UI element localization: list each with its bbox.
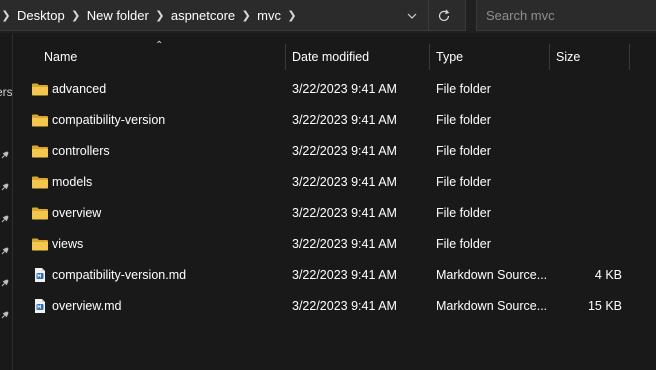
- folder-icon: [32, 83, 48, 95]
- file-row[interactable]: compatibility-version.md 3/22/2023 9:41 A…: [13, 259, 656, 290]
- file-row[interactable]: overview.md 3/22/2023 9:41 AM Markdown Sou…: [13, 290, 656, 321]
- date-modified-cell: 3/22/2023 9:41 AM: [292, 267, 397, 282]
- chevron-right-icon[interactable]: ❯: [237, 9, 255, 22]
- type-cell: File folder: [436, 112, 491, 127]
- chevron-right-icon[interactable]: ❯: [151, 9, 169, 22]
- column-divider[interactable]: [629, 44, 630, 70]
- folder-icon: [32, 145, 48, 157]
- type-cell: File folder: [436, 81, 491, 96]
- type-cell: File folder: [436, 143, 491, 158]
- file-name: advanced: [52, 81, 107, 96]
- file-name-cell[interactable]: advanced: [31, 73, 106, 104]
- folder-icon: [32, 207, 48, 219]
- size-cell: [553, 166, 622, 197]
- size-cell: 4 KB: [594, 267, 622, 282]
- file-name: compatibility-version: [52, 112, 166, 127]
- file-row[interactable]: compatibility-version 3/22/2023 9:41 AM Fi…: [13, 104, 656, 135]
- chevron-right-icon[interactable]: ❯: [67, 9, 85, 22]
- type-cell: File folder: [436, 174, 491, 189]
- address-history-button[interactable]: [401, 0, 423, 31]
- breadcrumb-item-new-folder[interactable]: New folder ❯: [85, 8, 169, 23]
- folder-icon: [32, 114, 48, 126]
- file-name-cell[interactable]: models: [31, 166, 92, 197]
- breadcrumb-item-aspnetcore[interactable]: aspnetcore ❯: [169, 8, 255, 23]
- date-modified-cell: 3/22/2023 9:41 AM: [292, 112, 397, 127]
- file-name: overview.md: [52, 298, 122, 313]
- file-row[interactable]: overview 3/22/2023 9:41 AM File folder: [13, 197, 656, 228]
- folder-icon: [32, 238, 48, 250]
- type-cell: File folder: [436, 205, 491, 220]
- file-name-cell[interactable]: compatibility-version.md: [31, 259, 186, 290]
- breadcrumb-item-desktop[interactable]: Desktop ❯: [15, 8, 85, 23]
- file-name: views: [52, 236, 84, 251]
- type-cell: Markdown Source...: [436, 267, 548, 282]
- size-cell: [553, 197, 622, 228]
- date-modified-cell: 3/22/2023 9:41 AM: [292, 236, 397, 251]
- column-header-size[interactable]: Size: [550, 41, 629, 72]
- file-name: overview: [52, 205, 102, 220]
- file-name-cell[interactable]: overview: [31, 197, 101, 228]
- size-cell: [553, 228, 622, 259]
- chevron-right-icon: ❯: [1, 9, 11, 22]
- file-name-cell[interactable]: compatibility-version: [31, 104, 165, 135]
- pin-icon[interactable]: [1, 279, 9, 287]
- size-cell: 15 KB: [587, 298, 622, 313]
- size-cell: [553, 104, 622, 135]
- date-modified-cell: 3/22/2023 9:41 AM: [292, 81, 397, 96]
- file-name-cell[interactable]: overview.md: [31, 290, 121, 321]
- chevron-right-icon[interactable]: ❯: [283, 9, 301, 22]
- pin-icon[interactable]: [1, 183, 9, 191]
- file-name: compatibility-version.md: [52, 267, 187, 282]
- markdown-file-icon: [35, 267, 45, 282]
- file-name-cell[interactable]: views: [31, 228, 83, 259]
- size-cell: [553, 73, 622, 104]
- pin-icon[interactable]: [1, 311, 9, 319]
- markdown-file-icon: [35, 298, 45, 313]
- search-input[interactable]: [476, 0, 656, 31]
- date-modified-cell: 3/22/2023 9:41 AM: [292, 174, 397, 189]
- size-cell: [553, 135, 622, 166]
- file-name: models: [52, 174, 93, 189]
- column-header-type[interactable]: Type: [430, 41, 549, 72]
- refresh-button[interactable]: [428, 0, 458, 31]
- column-headers: ⌃ Name Date modified Type Size: [13, 40, 656, 72]
- type-cell: Markdown Source...: [436, 298, 548, 313]
- refresh-icon: [438, 9, 449, 21]
- breadcrumb-item-mvc[interactable]: mvc ❯: [255, 8, 301, 23]
- file-row[interactable]: views 3/22/2023 9:41 AM File folder: [13, 228, 656, 259]
- top-bar: ❯ Desktop ❯ New folder ❯ aspnetcore ❯ mvc ❯: [0, 0, 656, 33]
- pin-icon[interactable]: [1, 215, 9, 223]
- chevron-down-icon: [407, 13, 417, 19]
- date-modified-cell: 3/22/2023 9:41 AM: [292, 143, 397, 158]
- nav-item-fragment[interactable]: ers: [0, 85, 12, 99]
- pin-icon[interactable]: [1, 151, 9, 159]
- file-row[interactable]: advanced 3/22/2023 9:41 AM File folder: [13, 73, 656, 104]
- navigation-pane[interactable]: ers: [0, 33, 13, 370]
- file-name-cell[interactable]: controllers: [31, 135, 110, 166]
- folder-icon: [32, 176, 48, 188]
- date-modified-cell: 3/22/2023 9:41 AM: [292, 298, 397, 313]
- file-row[interactable]: models 3/22/2023 9:41 AM File folder: [13, 166, 656, 197]
- file-name: controllers: [52, 143, 110, 158]
- breadcrumb-root-chevron[interactable]: ❯: [0, 9, 15, 22]
- column-header-name[interactable]: Name: [38, 41, 285, 72]
- date-modified-cell: 3/22/2023 9:41 AM: [292, 205, 397, 220]
- pin-icon[interactable]: [1, 247, 9, 255]
- type-cell: File folder: [436, 236, 491, 251]
- column-header-date-modified[interactable]: Date modified: [286, 41, 429, 72]
- address-bar[interactable]: ❯ Desktop ❯ New folder ❯ aspnetcore ❯ mvc ❯: [0, 0, 466, 31]
- file-list: advanced 3/22/2023 9:41 AM File folder comp…: [13, 73, 656, 321]
- file-row[interactable]: controllers 3/22/2023 9:41 AM File folder: [13, 135, 656, 166]
